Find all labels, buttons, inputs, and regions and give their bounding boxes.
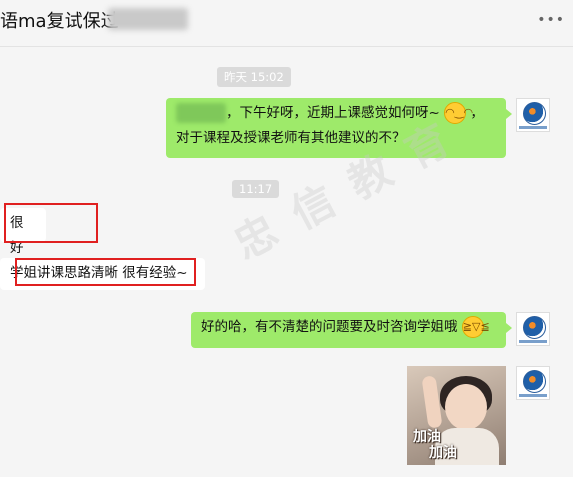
logo-icon (523, 102, 546, 125)
logo-icon (523, 316, 546, 339)
sticker-caption: 加油 (429, 445, 457, 461)
more-icon[interactable]: ••• (537, 12, 565, 28)
laughing-face-icon: ≧▽≦ (461, 316, 490, 338)
highlight-box (15, 258, 196, 286)
grinning-face-icon: ◠‿◠ (444, 102, 473, 124)
blurred-title-region (108, 8, 188, 30)
avatar[interactable] (516, 366, 550, 400)
avatar[interactable] (516, 312, 550, 346)
timestamp: 11:17 (232, 180, 280, 198)
message-bubble-sent[interactable]: ，下午好呀，近期上课感觉如何呀~ ◠‿◠ ， 对于课程及授课老师有其他建议的不？ (166, 98, 512, 158)
message-text: 对于课程及授课老师有其他建议的不？ (176, 130, 406, 146)
logo-icon (523, 370, 546, 393)
sticker-image[interactable]: 加油 加油 (407, 366, 506, 465)
chat-title: 语ma复试保过 (0, 11, 119, 32)
message-bubble-sent[interactable]: 好的哈，有不清楚的问题要及时咨询学姐哦 ≧▽≦ (191, 312, 512, 348)
timestamp: 昨天 15:02 (217, 67, 291, 87)
avatar[interactable] (516, 98, 550, 132)
message-line: ，下午好呀，近期上课感觉如何呀~ ◠‿◠ ， (176, 101, 496, 126)
message-text: ，下午好呀，近期上课感觉如何呀~ (226, 105, 440, 121)
blurred-name (176, 103, 226, 123)
highlight-box (4, 203, 98, 243)
message-text: 好的哈，有不清楚的问题要及时咨询学姐哦 (201, 319, 458, 335)
chat-header: 语ma复试保过 ••• (0, 0, 573, 47)
